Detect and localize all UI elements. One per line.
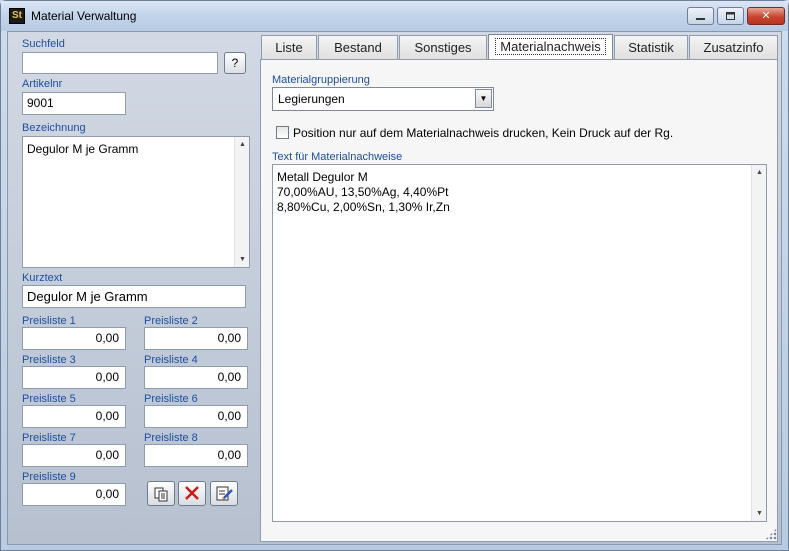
scroll-up-icon[interactable]: ▲ xyxy=(752,165,767,180)
client-area: Suchfeld ? Artikelnr 9001 Bezeichnung De… xyxy=(7,31,782,545)
close-icon: ✕ xyxy=(761,10,771,22)
artikelnr-label: Artikelnr xyxy=(22,78,63,90)
materialnachweis-panel: Materialgruppierung Legierungen ▼ Positi… xyxy=(260,59,778,542)
preisliste-6-label: Preisliste 6 xyxy=(144,393,198,405)
copy-icon xyxy=(154,487,168,502)
text-line: 70,00%AU, 13,50%Ag, 4,40%Pt xyxy=(277,185,449,199)
bezeichnung-label: Bezeichnung xyxy=(22,122,86,134)
preisliste-9-field[interactable]: 0,00 xyxy=(22,483,126,506)
materialnachweis-text: Metall Degulor M 70,00%AU, 13,50%Ag, 4,4… xyxy=(277,170,450,215)
tab-liste[interactable]: Liste xyxy=(261,35,317,61)
scroll-up-icon[interactable]: ▲ xyxy=(235,137,250,152)
preisliste-7-label: Preisliste 7 xyxy=(22,432,76,444)
bezeichnung-text: Degulor M je Gramm xyxy=(27,142,139,156)
materialgruppierung-select[interactable]: Legierungen ▼ xyxy=(272,87,494,111)
materialnachweis-textarea[interactable]: Metall Degulor M 70,00%AU, 13,50%Ag, 4,4… xyxy=(272,164,767,522)
materialgruppierung-value: Legierungen xyxy=(278,92,345,106)
preisliste-5-field[interactable]: 0,00 xyxy=(22,405,126,428)
materialgruppierung-label: Materialgruppierung xyxy=(272,74,370,86)
preisliste-3-field[interactable]: 0,00 xyxy=(22,366,126,389)
preisliste-8-label: Preisliste 8 xyxy=(144,432,198,444)
text-line: Metall Degulor M xyxy=(277,170,368,184)
preisliste-2-label: Preisliste 2 xyxy=(144,315,198,327)
delete-icon xyxy=(185,486,199,500)
maximize-button[interactable] xyxy=(717,7,744,25)
search-button[interactable]: ? xyxy=(224,52,246,74)
restore-icon xyxy=(726,12,735,20)
preisliste-9-label: Preisliste 9 xyxy=(22,471,76,483)
print-only-checkbox[interactable] xyxy=(276,126,289,139)
close-button[interactable]: ✕ xyxy=(747,7,785,25)
tab-materialnachweis-label: Materialnachweis xyxy=(495,38,606,55)
preisliste-5-label: Preisliste 5 xyxy=(22,393,76,405)
tab-zusatzinfo[interactable]: Zusatzinfo xyxy=(689,35,778,61)
main-window: St Material Verwaltung ✕ Suchfeld ? Arti… xyxy=(0,0,789,551)
text-materialnachweise-label: Text für Materialnachweise xyxy=(272,151,403,163)
edit-icon xyxy=(216,486,233,501)
scroll-down-icon[interactable]: ▼ xyxy=(235,252,250,267)
materialnachweis-scrollbar[interactable]: ▲ ▼ xyxy=(751,165,766,521)
bezeichnung-scrollbar[interactable]: ▲ ▼ xyxy=(234,137,249,267)
kurztext-label: Kurztext xyxy=(22,272,63,284)
preisliste-1-field[interactable]: 0,00 xyxy=(22,327,126,350)
window-title: Material Verwaltung xyxy=(31,9,137,23)
delete-button[interactable] xyxy=(178,481,206,506)
preisliste-2-field[interactable]: 0,00 xyxy=(144,327,248,350)
app-icon: St xyxy=(9,8,25,24)
title-bar[interactable]: St Material Verwaltung ✕ xyxy=(1,1,788,31)
tab-statistik[interactable]: Statistik xyxy=(614,35,688,61)
preisliste-4-label: Preisliste 4 xyxy=(144,354,198,366)
copy-button[interactable] xyxy=(147,481,175,506)
scroll-down-icon[interactable]: ▼ xyxy=(752,506,767,521)
chevron-down-icon[interactable]: ▼ xyxy=(475,89,492,108)
print-only-label[interactable]: Position nur auf dem Materialnachweis dr… xyxy=(293,126,673,140)
text-line: 8,80%Cu, 2,00%Sn, 1,30% Ir,Zn xyxy=(277,200,450,214)
preisliste-7-field[interactable]: 0,00 xyxy=(22,444,126,467)
tab-bestand[interactable]: Bestand xyxy=(318,35,398,61)
kurztext-field[interactable]: Degulor M je Gramm xyxy=(22,285,246,308)
tab-sonstiges[interactable]: Sonstiges xyxy=(399,35,487,61)
minimize-button[interactable] xyxy=(687,7,714,25)
minimize-icon xyxy=(696,18,705,20)
preisliste-1-label: Preisliste 1 xyxy=(22,315,76,327)
preisliste-4-field[interactable]: 0,00 xyxy=(144,366,248,389)
search-input[interactable] xyxy=(22,52,218,74)
edit-button[interactable] xyxy=(210,481,238,506)
suchfeld-label: Suchfeld xyxy=(22,38,65,50)
preisliste-3-label: Preisliste 3 xyxy=(22,354,76,366)
artikelnr-field[interactable]: 9001 xyxy=(22,92,126,115)
bezeichnung-textarea[interactable]: Degulor M je Gramm ▲ ▼ xyxy=(22,136,250,268)
preisliste-8-field[interactable]: 0,00 xyxy=(144,444,248,467)
preisliste-6-field[interactable]: 0,00 xyxy=(144,405,248,428)
tab-materialnachweis[interactable]: Materialnachweis xyxy=(488,34,613,61)
